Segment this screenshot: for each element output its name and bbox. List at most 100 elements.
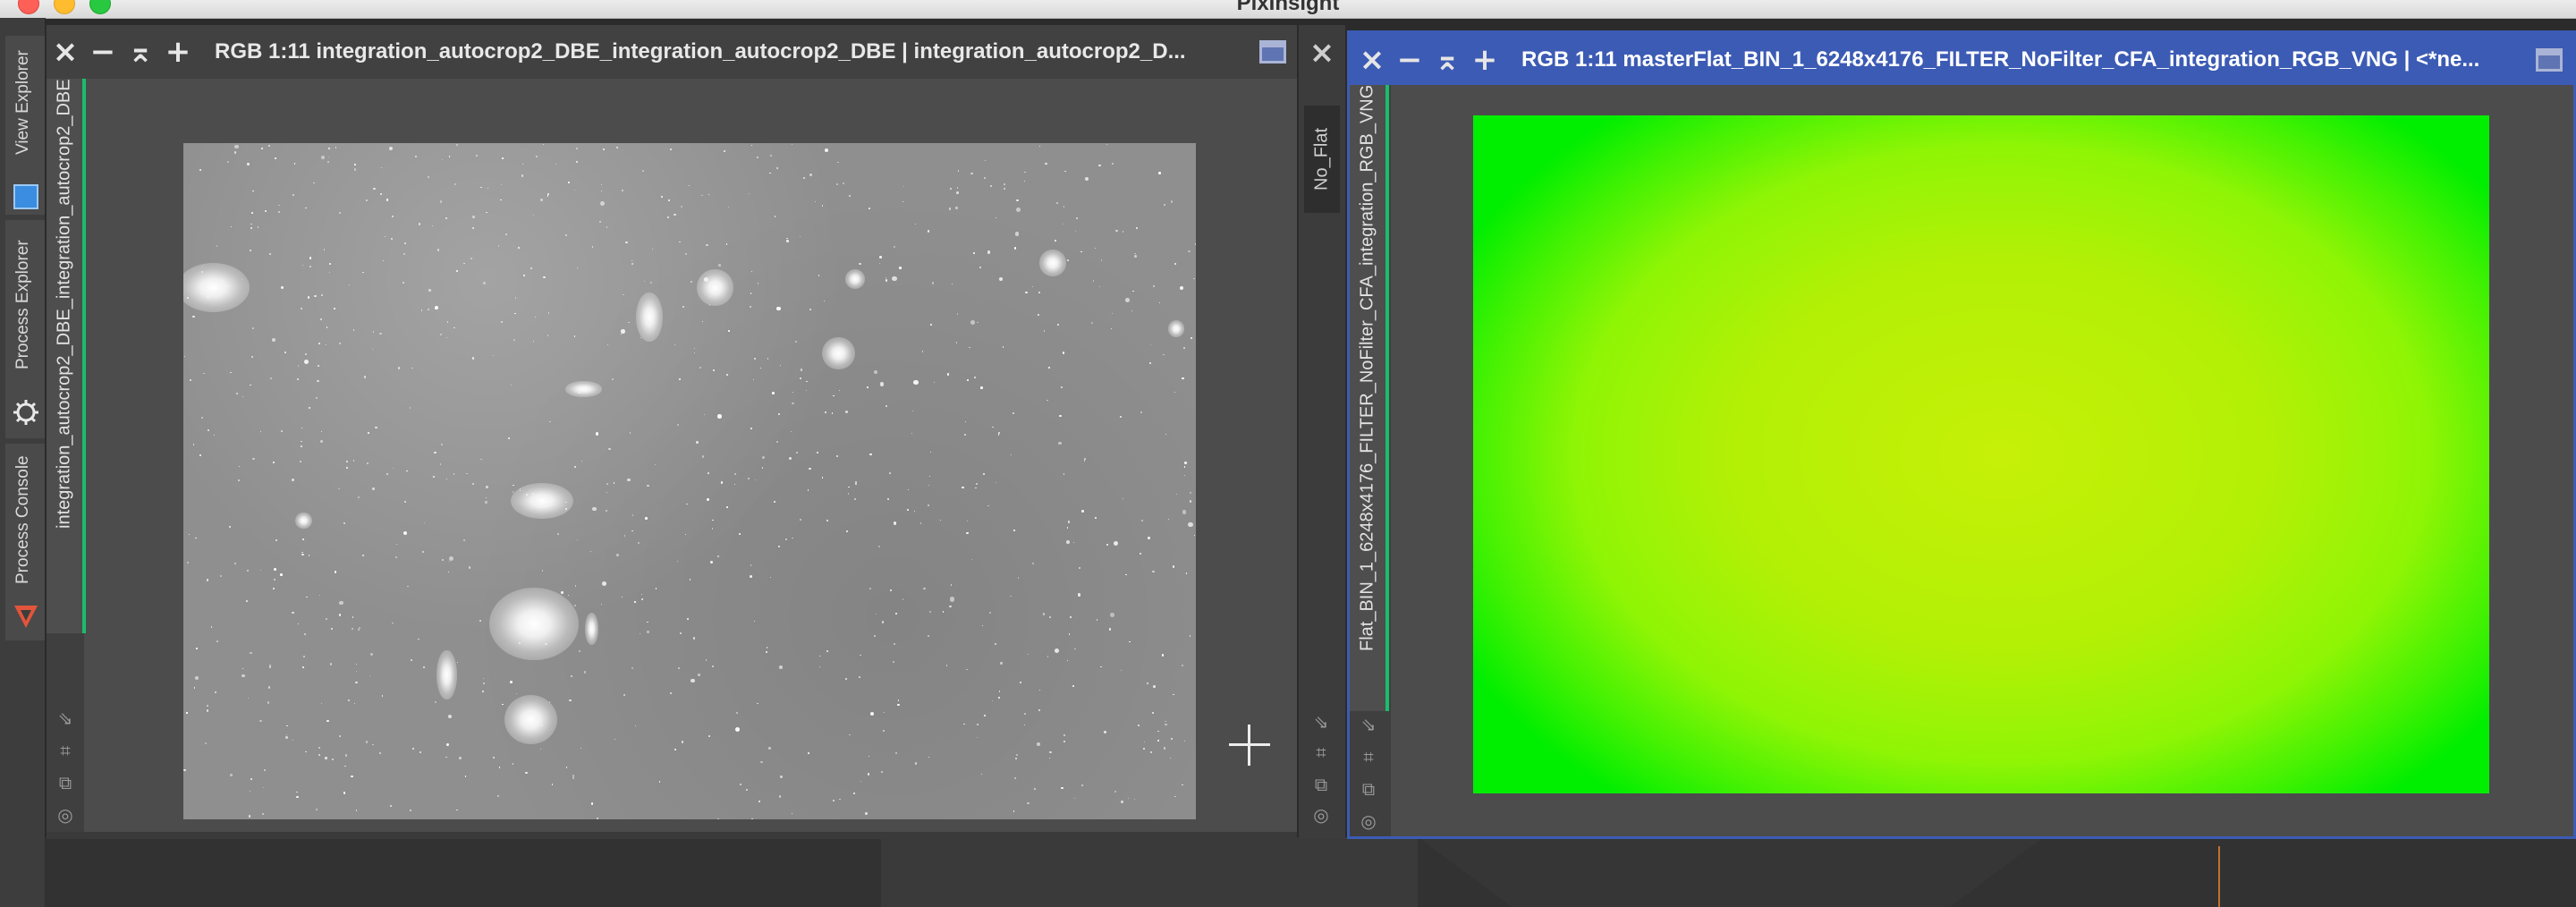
star [667,199,671,202]
star [1048,758,1050,759]
star [457,661,459,663]
view-tab-no-flat[interactable]: No_Flat [1304,106,1340,213]
star [267,686,271,689]
star [317,379,319,382]
star [242,674,245,678]
dock-tab-view-explorer[interactable]: View Explorer [5,36,47,215]
shade-icon[interactable]: ⌅ [122,33,159,71]
add-icon[interactable]: + [159,33,197,71]
star [320,440,323,443]
close-icon[interactable]: × [47,33,84,71]
close-icon[interactable]: × [1353,41,1391,79]
image-viewport[interactable] [183,143,1196,819]
clone-icon[interactable]: ⧉ [1311,775,1331,794]
zoom-rect-icon[interactable]: ⌗ [55,741,75,760]
star [621,328,626,334]
star [344,765,346,767]
star [203,373,205,375]
target-icon[interactable]: ◎ [55,805,75,825]
star [440,463,442,465]
star [351,775,353,778]
star [1182,510,1187,514]
star [997,434,1000,436]
fit-view-icon[interactable]: ⇘ [1359,715,1378,734]
star [1010,595,1012,598]
star [772,392,775,394]
star [869,208,870,209]
star [733,484,736,486]
clone-icon[interactable]: ⧉ [1359,779,1378,799]
star [1019,681,1021,684]
image-window-right[interactable]: × − ⌅ + RGB 1:11 masterFlat_BIN_1_6248x4… [1347,30,2576,839]
dock-tab-process-explorer[interactable]: Process Explorer [5,220,47,438]
star [326,719,329,723]
star [485,496,487,499]
collapsed-window[interactable]: × No_Flat ⇘ ⌗ ⧉ ◎ [1299,25,1345,839]
console-arrow-icon [14,606,38,628]
star [436,249,440,251]
star [242,395,243,397]
star [352,616,353,618]
zoom-rect-icon[interactable]: ⌗ [1359,747,1378,767]
star [1148,361,1152,365]
add-icon[interactable]: + [1466,41,1504,79]
star [1106,544,1109,547]
target-icon[interactable]: ◎ [1359,811,1378,831]
shade-icon[interactable]: ⌅ [1428,41,1466,79]
clone-icon[interactable]: ⧉ [55,773,75,793]
restore-icon[interactable] [2536,48,2563,72]
star [1149,750,1152,753]
star [501,183,503,185]
target-icon[interactable]: ◎ [1311,805,1331,825]
view-tab[interactable]: Flat_BIN_1_6248x4176_FILTER_NoFilter_CFA… [1350,85,1389,711]
star [889,589,892,592]
image-window-left[interactable]: × − ⌅ + RGB 1:11 integration_autocrop2_D… [47,25,1297,839]
star [1042,613,1046,615]
view-tab[interactable]: integration_autocrop2_DBE_integration_au… [47,79,86,633]
star [1174,795,1176,798]
window-titlebar[interactable]: × − ⌅ + RGB 1:11 integration_autocrop2_D… [47,25,1297,79]
star [777,412,781,416]
image-viewport-flat[interactable] [1473,115,2489,793]
star [207,428,210,432]
star [261,148,263,150]
star [897,703,900,707]
star [219,575,223,578]
star [1075,217,1078,220]
fit-view-icon[interactable]: ⇘ [55,708,75,728]
star [583,671,587,674]
star [750,305,752,308]
star [361,554,364,557]
star [1036,742,1040,746]
restore-icon[interactable] [1259,40,1286,64]
zoom-rect-icon[interactable]: ⌗ [1311,742,1331,762]
star [354,703,356,705]
star [637,542,640,545]
star [482,682,485,684]
star [991,699,994,702]
star [984,177,987,180]
close-icon[interactable]: × [1303,34,1341,72]
dock-tab-process-console[interactable]: Process Console [5,444,47,640]
star [574,585,577,587]
star [1193,277,1195,280]
window-titlebar[interactable]: × − ⌅ + RGB 1:11 masterFlat_BIN_1_6248x4… [1350,33,2573,87]
star [329,663,333,665]
star [249,249,252,252]
star [691,281,693,284]
star [348,284,350,286]
star [497,245,500,247]
star [767,747,772,750]
star [1122,231,1124,233]
minimize-icon[interactable]: − [84,33,122,71]
star [358,496,360,498]
fit-view-icon[interactable]: ⇘ [1311,712,1331,732]
star [1189,500,1191,503]
star [623,694,625,697]
star [371,487,375,491]
star [187,562,189,564]
star [1109,613,1114,618]
star [1072,685,1075,688]
star [305,750,307,753]
minimize-icon[interactable]: − [1391,41,1428,79]
